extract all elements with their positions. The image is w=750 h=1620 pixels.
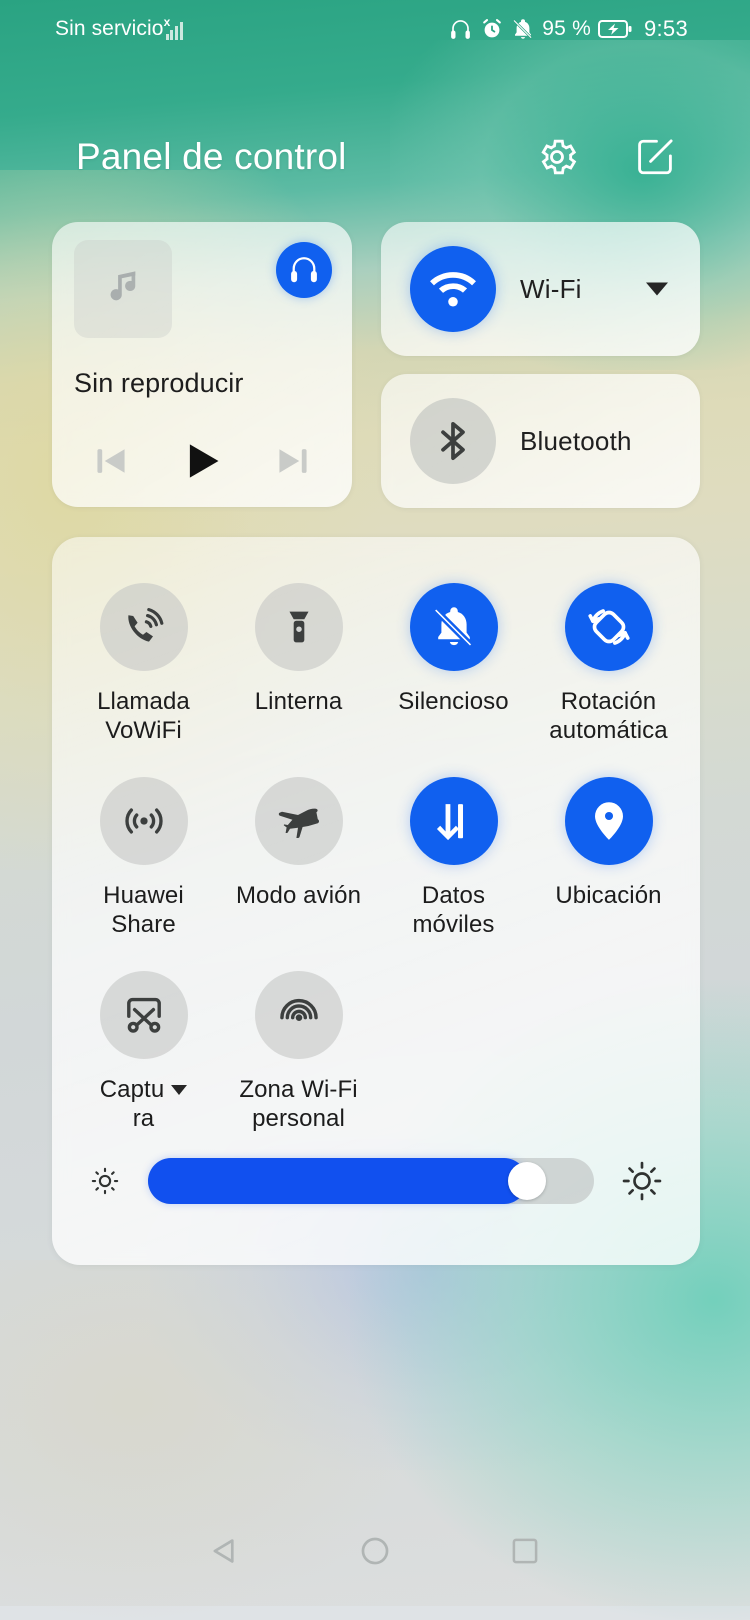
tile-screenshot[interactable]: Captu ra	[66, 963, 221, 1153]
chevron-down-icon[interactable]	[171, 1085, 188, 1095]
bluetooth-label: Bluetooth	[520, 425, 632, 456]
connectivity-stack: Wi-Fi Bluetooth	[381, 222, 700, 510]
airplane-icon[interactable]	[254, 777, 343, 865]
flashlight-icon[interactable]	[254, 583, 343, 671]
battery-percent-label: 95 %	[542, 17, 591, 40]
play-icon[interactable]	[171, 430, 233, 492]
screenshot-icon[interactable]	[99, 971, 188, 1059]
brightness-slider-fill	[148, 1158, 528, 1204]
tile-label-screenshot-part2: ra	[132, 1105, 155, 1133]
brightness-row	[52, 1151, 700, 1211]
status-bar-left: Sin servicio x	[55, 16, 188, 40]
tile-vowifi-call[interactable]: Llamada VoWiFi	[66, 575, 221, 765]
tile-label-hotspot: Zona Wi-Fi personal	[239, 1076, 358, 1133]
tile-label-location: Ubicación	[555, 882, 662, 909]
tile-label-vowifi-call: Llamada VoWiFi	[97, 688, 190, 745]
back-triangle-icon[interactable]	[190, 1516, 260, 1586]
brightness-slider-knob[interactable]	[508, 1162, 547, 1200]
quick-settings-panel: Llamada VoWiFi Linterna Silencioso Rotac…	[52, 537, 700, 1265]
tile-label-screenshot-part1: Captu	[99, 1076, 165, 1103]
media-output-headphones-icon[interactable]	[276, 242, 332, 298]
media-title: Sin reproducir	[74, 368, 244, 398]
vowifi-call-icon[interactable]	[99, 583, 188, 671]
next-track-icon[interactable]	[262, 430, 324, 492]
album-art-placeholder	[74, 240, 172, 338]
bluetooth-tile[interactable]: Bluetooth	[381, 374, 700, 508]
tile-huawei-share[interactable]: Huawei Share	[66, 769, 221, 959]
bell-off-icon[interactable]	[409, 583, 498, 671]
clock-label: 9:53	[643, 16, 688, 41]
wifi-icon[interactable]	[410, 246, 496, 332]
media-player-card[interactable]: Sin reproducir	[52, 222, 352, 507]
status-bar-right: 95 % 9:53	[448, 16, 688, 42]
media-controls	[52, 428, 352, 494]
tile-auto-rotate[interactable]: Rotación automática	[531, 575, 686, 765]
mobile-data-icon[interactable]	[409, 777, 498, 865]
tile-silent[interactable]: Silencioso	[376, 575, 531, 765]
panel-header: Panel de control	[0, 118, 750, 196]
signal-x-mark: x	[163, 15, 171, 29]
music-note-icon	[102, 266, 144, 313]
auto-rotate-icon[interactable]	[564, 583, 653, 671]
quick-settings-grid: Llamada VoWiFi Linterna Silencioso Rotac…	[66, 575, 686, 1153]
brightness-low-icon	[88, 1164, 122, 1198]
navigation-bar	[0, 1496, 750, 1606]
edit-pencil-icon[interactable]	[632, 134, 678, 180]
header-actions	[534, 134, 678, 180]
previous-track-icon[interactable]	[80, 430, 142, 492]
mute-bell-icon	[511, 17, 535, 41]
tile-label-huawei-share: Huawei Share	[103, 882, 184, 939]
tile-hotspot[interactable]: Zona Wi-Fi personal	[221, 963, 376, 1153]
tile-empty-slot-2	[531, 963, 686, 1153]
tile-label-mobile-data: Datos móviles	[412, 882, 495, 939]
alarm-icon	[480, 17, 504, 41]
top-cards-row: Sin reproducir Wi-Fi Bluetooth	[52, 222, 700, 510]
wifi-label: Wi-Fi	[520, 273, 582, 304]
carrier-label: Sin servicio	[55, 17, 164, 40]
tile-label-auto-rotate: Rotación automática	[549, 688, 668, 745]
home-circle-icon[interactable]	[340, 1516, 410, 1586]
tile-label-flashlight: Linterna	[254, 688, 343, 715]
chevron-down-icon[interactable]	[646, 282, 668, 296]
huawei-share-icon[interactable]	[99, 777, 188, 865]
page-title: Panel de control	[76, 136, 347, 177]
tile-label-airplane-mode: Modo avión	[235, 882, 362, 909]
battery-charging-icon	[597, 19, 632, 39]
tile-flashlight[interactable]: Linterna	[221, 575, 376, 765]
tile-airplane-mode[interactable]: Modo avión	[221, 769, 376, 959]
tile-mobile-data[interactable]: Datos móviles	[376, 769, 531, 959]
status-bar: Sin servicio x 95 % 9:53	[0, 0, 750, 58]
tile-label-silent: Silencioso	[398, 688, 509, 715]
hotspot-icon[interactable]	[254, 971, 343, 1059]
recents-square-icon[interactable]	[490, 1516, 560, 1586]
tile-empty-slot-1	[376, 963, 531, 1153]
location-pin-icon[interactable]	[564, 777, 653, 865]
wifi-tile[interactable]: Wi-Fi	[381, 222, 700, 356]
signal-no-service-icon: x	[164, 16, 188, 40]
brightness-high-icon	[620, 1159, 664, 1203]
bluetooth-icon[interactable]	[410, 398, 496, 484]
tile-label-screenshot: Captu ra	[100, 1075, 188, 1134]
tile-location[interactable]: Ubicación	[531, 769, 686, 959]
brightness-slider[interactable]	[148, 1158, 594, 1204]
headphones-icon	[448, 17, 473, 42]
gear-icon[interactable]	[534, 134, 580, 180]
